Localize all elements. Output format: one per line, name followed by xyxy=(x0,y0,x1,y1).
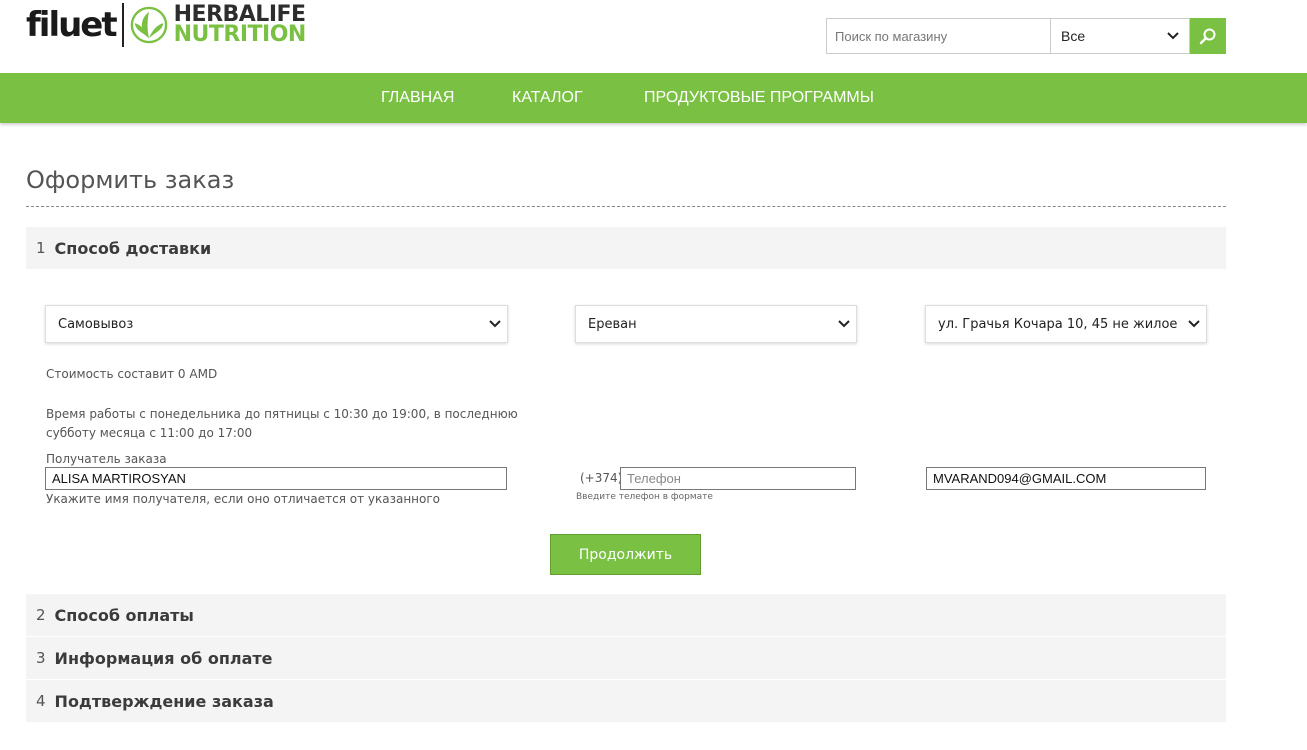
site-header: filuet HERBALIFE NUTRITION Все xyxy=(0,0,1307,73)
working-hours-line: субботу месяца с 11:00 до 17:00 xyxy=(46,426,253,440)
step-number: 3 xyxy=(36,649,46,667)
delivery-method-select[interactable]: Самовывоз xyxy=(45,305,508,343)
search-icon xyxy=(1199,28,1216,45)
recipient-name-field[interactable]: ALISA MARTIROSYAN xyxy=(45,467,507,490)
chevron-down-icon xyxy=(1188,320,1200,328)
step-payment-info[interactable]: 3 Информация об оплате xyxy=(26,637,1226,679)
nav-item-product-programs[interactable]: ПРОДУКТОВЫЕ ПРОГРАММЫ xyxy=(644,73,874,123)
recipient-hint: Укажите имя получателя, если оно отличае… xyxy=(46,492,441,506)
step-label: Способ оплаты xyxy=(54,605,194,625)
step-order-confirmation[interactable]: 4 Подтверждение заказа xyxy=(26,680,1226,722)
step-label: Способ доставки xyxy=(54,238,212,258)
logo-divider xyxy=(121,3,124,47)
title-divider xyxy=(26,206,1226,207)
search-bar: Все xyxy=(826,18,1226,54)
phone-hint: Введите телефон в формате xyxy=(576,492,713,502)
step-number: 2 xyxy=(36,606,46,624)
site-logo[interactable]: filuet HERBALIFE NUTRITION xyxy=(26,2,306,48)
step-delivery-method[interactable]: 1 Способ доставки xyxy=(26,227,1226,269)
nav-item-home[interactable]: ГЛАВНАЯ xyxy=(381,73,454,123)
step-label: Информация об оплате xyxy=(54,648,273,668)
delivery-method-value: Самовывоз xyxy=(58,316,134,332)
chevron-down-icon xyxy=(1167,32,1179,40)
step-number: 4 xyxy=(36,692,46,710)
main-nav: ГЛАВНАЯ КАТАЛОГ ПРОДУКТОВЫЕ ПРОГРАММЫ xyxy=(0,73,1307,123)
search-scope-value: Все xyxy=(1061,28,1086,44)
working-hours-line: Время работы с понедельника до пятницы с… xyxy=(46,407,518,421)
phone-prefix: (+374) xyxy=(580,471,623,485)
step-number: 1 xyxy=(36,239,46,257)
page-title: Оформить заказ xyxy=(26,166,235,194)
pickup-point-select[interactable]: ул. Грачья Кочара 10, 45 не жилое помеще… xyxy=(925,305,1207,343)
search-scope-select[interactable]: Все xyxy=(1050,18,1190,54)
chevron-down-icon xyxy=(838,320,850,328)
step-label: Подтверждение заказа xyxy=(54,691,274,711)
email-field[interactable]: MVARAND094@GMAIL.COM xyxy=(926,467,1206,490)
nutrition-line: NUTRITION xyxy=(173,22,307,47)
working-hours-text: Время работы с понедельника до пятницы с… xyxy=(46,405,518,443)
delivery-cost-text: Стоимость составит 0 AMD xyxy=(46,367,218,381)
search-input[interactable] xyxy=(826,18,1050,54)
chevron-down-icon xyxy=(489,320,501,328)
continue-button[interactable]: Продолжить xyxy=(550,534,701,575)
herbalife-logo-text: HERBALIFE NUTRITION xyxy=(173,4,307,47)
phone-field[interactable]: Телефон xyxy=(620,467,856,490)
filuet-logo-text: filuet xyxy=(26,5,118,45)
herbalife-leaf-icon xyxy=(130,6,167,44)
pickup-point-value: ул. Грачья Кочара 10, 45 не жилое помеще… xyxy=(938,316,1180,332)
city-select[interactable]: Ереван xyxy=(575,305,857,343)
city-value: Ереван xyxy=(588,316,637,332)
search-button[interactable] xyxy=(1190,18,1226,54)
step-payment-method[interactable]: 2 Способ оплаты xyxy=(26,594,1226,636)
nav-item-catalog[interactable]: КАТАЛОГ xyxy=(512,73,583,123)
